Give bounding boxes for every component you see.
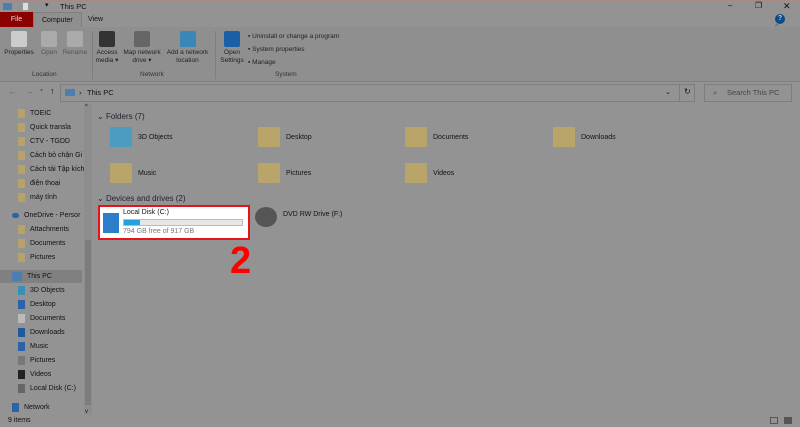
sidebar-item-pictures[interactable]: Pictures: [18, 354, 55, 367]
close-button[interactable]: ✕: [783, 1, 791, 12]
sidebar-item-documents[interactable]: Documents: [18, 312, 65, 325]
qat-dropdown-icon[interactable]: ▾: [45, 1, 49, 9]
tab-computer[interactable]: Computer: [33, 12, 82, 27]
folder-documents[interactable]: Documents: [405, 122, 468, 152]
sidebar-item-pictures[interactable]: Pictures: [18, 251, 55, 264]
manage-link[interactable]: ▪ Manage: [248, 56, 339, 69]
up-button[interactable]: ↑: [50, 86, 55, 96]
details-view-icon[interactable]: [770, 417, 778, 424]
address-bar[interactable]: › This PC ⌄ ↻: [60, 84, 695, 102]
drive-usage-bar: [123, 219, 243, 226]
sidebar-item-documents[interactable]: Documents: [18, 237, 65, 250]
map-network-drive-button[interactable]: Map network drive ▾: [121, 31, 163, 65]
folder-music[interactable]: Music: [110, 158, 156, 188]
properties-icon[interactable]: [22, 2, 29, 11]
media-icon: [99, 31, 115, 47]
collapse-ribbon-icon[interactable]: ^: [775, 24, 778, 31]
sidebar-item-quick[interactable]: CTV - TGDD: [18, 135, 70, 148]
group-label-system: System: [275, 71, 297, 78]
sidebar-item-videos[interactable]: Videos: [18, 368, 51, 381]
status-bar: 9 items: [0, 415, 800, 427]
step-annotation: 2: [230, 240, 252, 282]
windows-drive-icon: [103, 213, 119, 233]
sidebar-item-quick[interactable]: điện thoại: [18, 177, 60, 190]
large-icons-view-icon[interactable]: [784, 417, 792, 424]
drive-free-space: 794 GB free of 917 GB: [123, 228, 195, 235]
search-icon: ⌕: [713, 88, 718, 97]
restore-button[interactable]: ❐: [755, 1, 762, 10]
window-title: This PC: [60, 2, 87, 11]
folder-videos[interactable]: Videos: [405, 158, 454, 188]
folder-pictures[interactable]: Pictures: [258, 158, 311, 188]
address-dropdown[interactable]: ⌄: [665, 88, 671, 96]
sidebar-item-3d-objects[interactable]: 3D Objects: [18, 284, 65, 297]
ribbon: Properties Open Rename Location Access m…: [0, 24, 800, 82]
sidebar-item-local-disk[interactable]: Local Disk (C:): [18, 382, 76, 395]
tab-view[interactable]: View: [80, 12, 111, 27]
sidebar-item-this-pc[interactable]: This PC: [0, 270, 82, 283]
recent-dropdown[interactable]: ▾: [40, 87, 43, 94]
computer-icon: [65, 89, 75, 96]
dvd-drive-f[interactable]: DVD RW Drive (F:): [255, 203, 342, 233]
help-icon[interactable]: ?: [775, 14, 785, 24]
folders-header[interactable]: ⌄ Folders (7): [97, 112, 145, 121]
uninstall-link[interactable]: ▪ Uninstall or change a program: [248, 30, 339, 43]
computer-icon: [3, 3, 12, 10]
open-button[interactable]: Open: [38, 31, 60, 57]
drives-header[interactable]: ⌄ Devices and drives (2): [97, 194, 186, 203]
group-label-network: Network: [140, 71, 164, 78]
sidebar-item-downloads[interactable]: Downloads: [18, 326, 65, 339]
sidebar-item-quick[interactable]: Quick transla: [18, 121, 71, 134]
navigation-pane: TOEIC Quick transla CTV - TGDD Cách bỏ c…: [0, 104, 92, 415]
sidebar-item-quick[interactable]: Cách bỏ chặn Gi: [18, 149, 82, 162]
title-bar: ▾ This PC – ❐ ✕: [0, 0, 800, 12]
network-drive-icon: [134, 31, 150, 47]
sidebar-item-desktop[interactable]: Desktop: [18, 298, 56, 311]
drive-name: Local Disk (C:): [123, 209, 169, 216]
network-location-icon: [179, 31, 196, 47]
folder-desktop[interactable]: Desktop: [258, 122, 312, 152]
system-properties-link[interactable]: ▪ System properties: [248, 43, 339, 56]
minimize-button[interactable]: –: [728, 1, 732, 10]
sidebar-item-network[interactable]: Network: [12, 401, 50, 414]
forward-button[interactable]: →: [25, 86, 34, 96]
sidebar-item-music[interactable]: Music: [18, 340, 48, 353]
rename-icon: [67, 31, 83, 47]
address-path[interactable]: This PC: [87, 88, 114, 97]
add-network-location-button[interactable]: Add a network location: [165, 31, 210, 65]
folder-3d-objects[interactable]: 3D Objects: [110, 122, 173, 152]
properties-icon: [11, 31, 27, 47]
rename-button[interactable]: Rename: [62, 31, 88, 57]
refresh-button[interactable]: ↻: [684, 87, 691, 96]
back-button[interactable]: ←: [8, 86, 17, 96]
sidebar-item-quick[interactable]: Cách tải Tập kích: [18, 163, 84, 176]
open-settings-button[interactable]: Open Settings: [218, 31, 246, 65]
properties-button[interactable]: Properties: [3, 31, 35, 57]
open-icon: [41, 31, 57, 47]
group-label-location: Location: [32, 71, 57, 78]
search-input[interactable]: ⌕ Search This PC: [704, 84, 792, 102]
system-links: ▪ Uninstall or change a program ▪ System…: [248, 30, 339, 69]
sidebar-item-attachments[interactable]: Attachments: [18, 223, 69, 236]
sidebar-item-quick[interactable]: TOEIC: [18, 107, 51, 120]
sidebar-item-quick[interactable]: máy tính: [18, 191, 57, 204]
folder-downloads[interactable]: Downloads: [553, 122, 616, 152]
ribbon-tabs: File Computer View ?: [0, 12, 800, 27]
sidebar-item-onedrive[interactable]: OneDrive - Persor: [12, 209, 80, 222]
access-media-button[interactable]: Access media ▾: [95, 31, 119, 65]
local-disk-c[interactable]: Local Disk (C:) 794 GB free of 917 GB: [98, 205, 250, 240]
tab-file[interactable]: File: [0, 12, 33, 27]
gear-icon: [224, 31, 240, 47]
